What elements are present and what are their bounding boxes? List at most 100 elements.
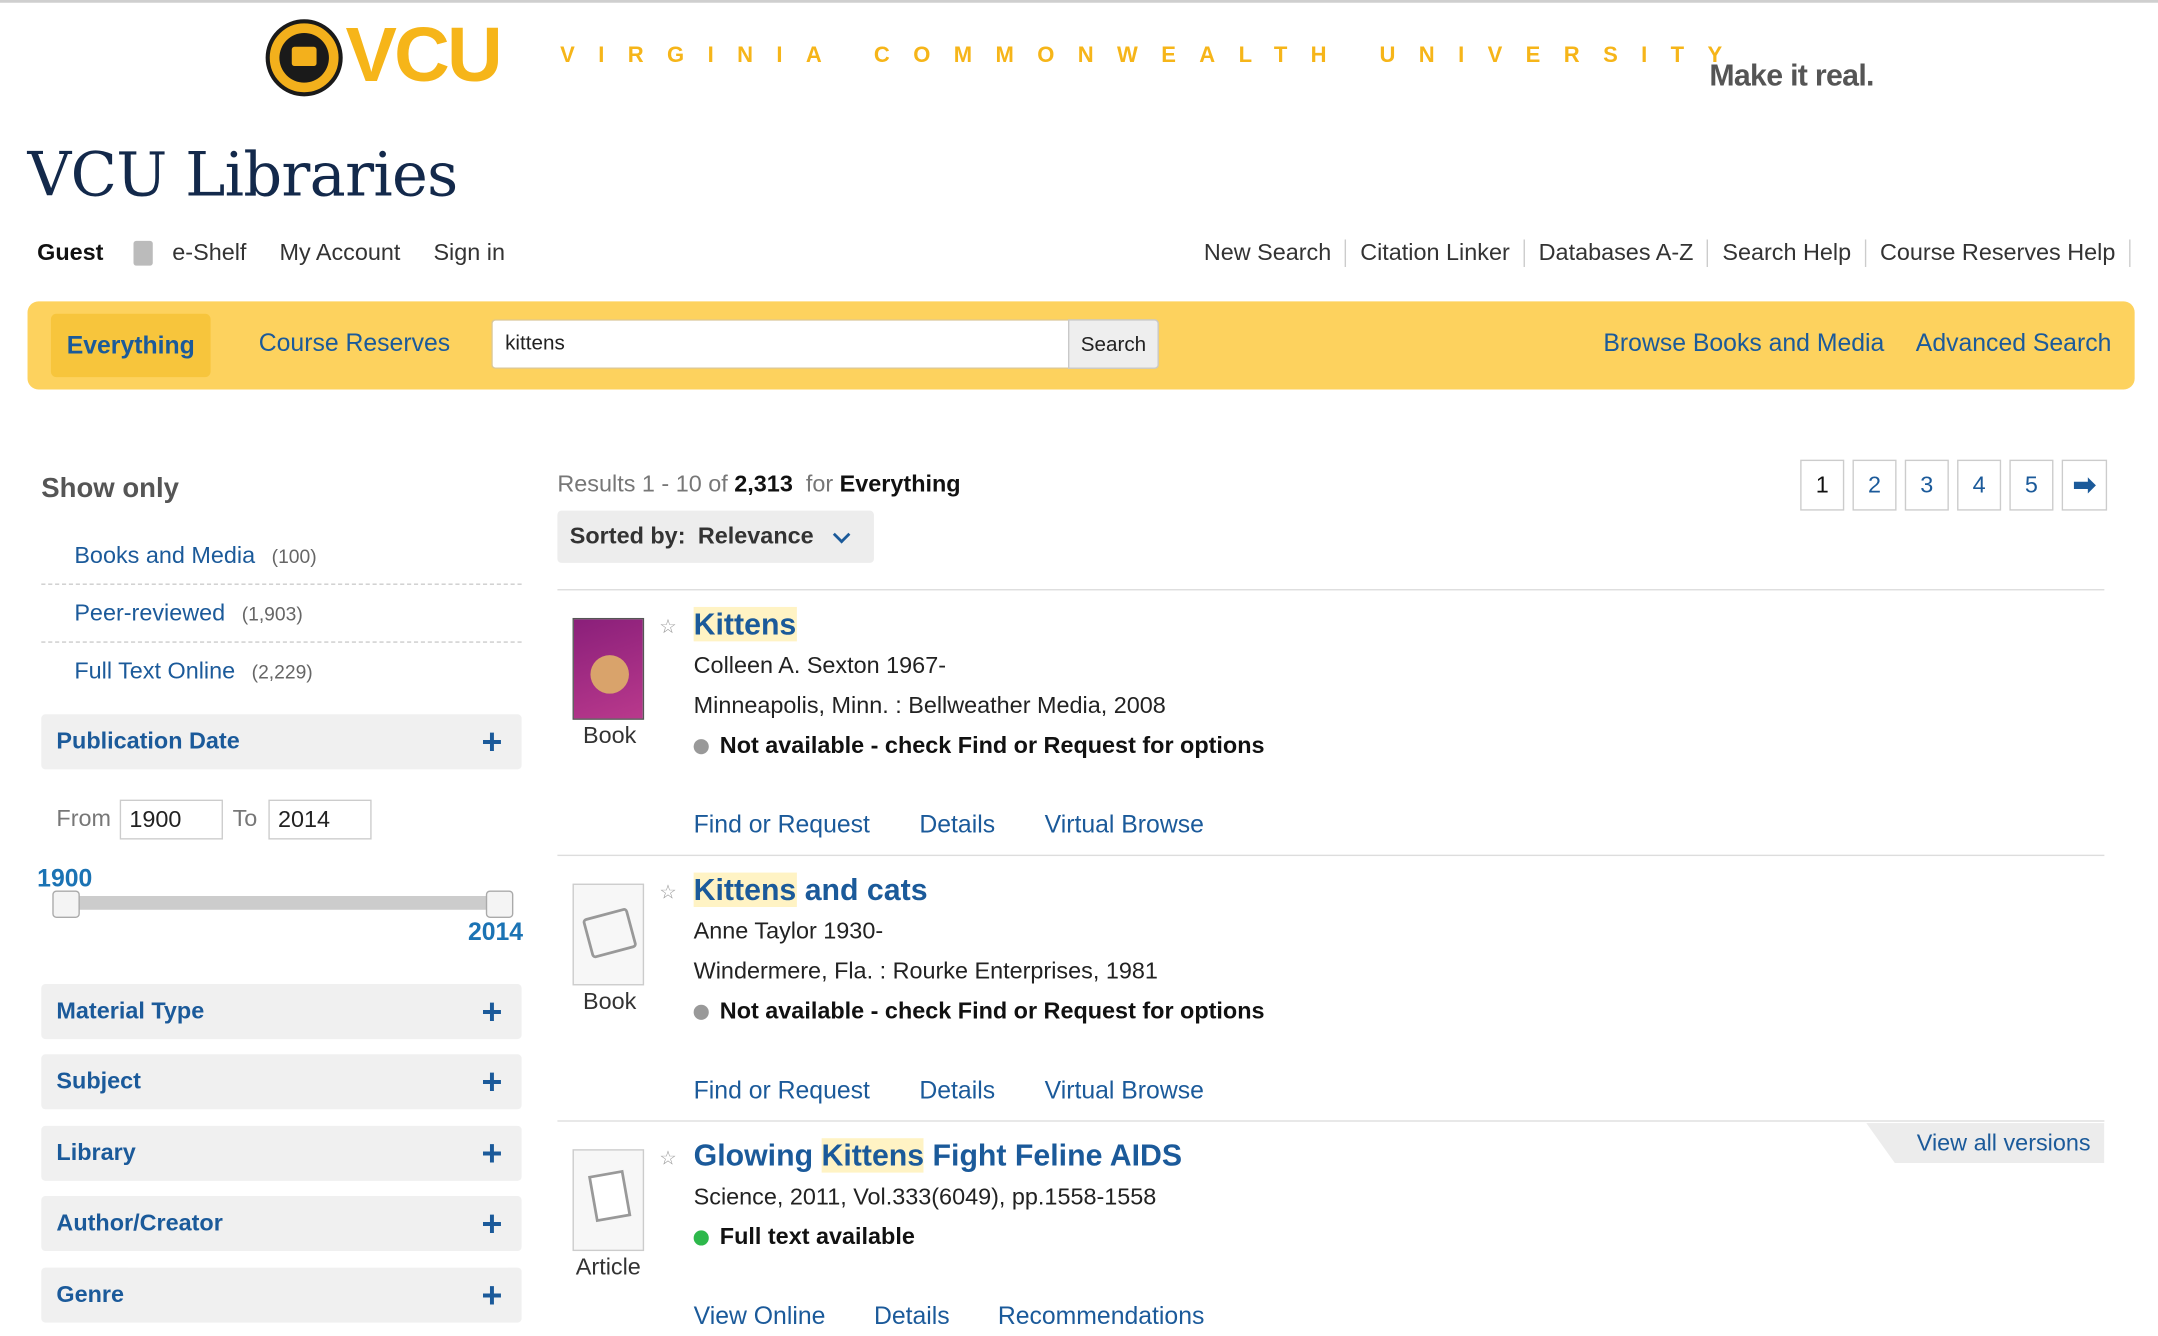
article-icon[interactable] [572, 1149, 645, 1252]
tagline: Make it real. [1709, 57, 1874, 93]
expand-icon[interactable]: + [481, 1135, 502, 1171]
vcu-seal-logo [265, 19, 343, 97]
top-links: New Search Citation Linker Databases A-Z… [1190, 239, 2131, 268]
star-icon[interactable]: ☆ [659, 1146, 676, 1169]
sort-label: Sorted by: [569, 522, 686, 550]
view-online-link[interactable]: View Online [694, 1302, 826, 1331]
next-page-arrow-icon[interactable]: ➡ [2061, 459, 2108, 511]
facet-count: (100) [271, 545, 317, 568]
date-range-slider[interactable] [55, 895, 507, 910]
section-label: Genre [56, 1281, 125, 1308]
facet-label[interactable]: Full Text Online [74, 657, 235, 685]
facet-full-text-online[interactable]: Full Text Online (2,229) [41, 643, 521, 699]
star-icon[interactable]: ☆ [659, 881, 676, 904]
slider-max-handle[interactable] [485, 890, 514, 918]
page: VCU VIRGINIA COMMONWEALTH UNIVERSITY Mak… [0, 0, 2158, 1336]
search-help-link[interactable]: Search Help [1709, 239, 1867, 268]
availability-status: Full text available [693, 1224, 915, 1252]
library-section[interactable]: Library + [41, 1125, 522, 1181]
eshelf-link[interactable]: e-Shelf [172, 239, 246, 267]
facet-count: (1,903) [241, 602, 303, 625]
virtual-browse-link[interactable]: Virtual Browse [1045, 811, 1204, 840]
section-label: Material Type [56, 997, 205, 1024]
citation-linker-link[interactable]: Citation Linker [1346, 239, 1525, 268]
browse-books-media-link[interactable]: Browse Books and Media [1603, 329, 1884, 358]
expand-icon[interactable]: + [481, 1277, 502, 1313]
search-button[interactable]: Search [1068, 319, 1159, 369]
user-bar: Guest e-Shelf My Account Sign in [37, 239, 538, 267]
from-year-input[interactable]: 1900 [119, 799, 223, 840]
guest-label: Guest [37, 239, 104, 266]
new-search-link[interactable]: New Search [1190, 239, 1347, 268]
to-year-input[interactable]: 2014 [268, 799, 372, 840]
course-reserves-help-link[interactable]: Course Reserves Help [1866, 239, 2131, 268]
site-title[interactable]: VCU Libraries [28, 140, 459, 210]
slider-max-value: 2014 [467, 917, 524, 946]
facet-label[interactable]: Books and Media [74, 542, 255, 570]
record-type: Book [583, 988, 637, 1015]
find-or-request-link[interactable]: Find or Request [694, 811, 870, 840]
virtual-browse-link[interactable]: Virtual Browse [1045, 1076, 1204, 1105]
status-dot-icon [693, 1229, 709, 1245]
star-icon[interactable]: ☆ [659, 615, 676, 638]
divider [557, 1120, 2105, 1122]
search-bar: Everything Course Reserves kittens Searc… [27, 301, 2135, 390]
expand-icon[interactable]: + [481, 724, 502, 760]
sign-in-link[interactable]: Sign in [433, 239, 505, 267]
eshelf-icon[interactable] [133, 240, 154, 266]
book-cover-image[interactable] [572, 617, 645, 720]
databases-az-link[interactable]: Databases A-Z [1525, 239, 1709, 268]
record-type: Book [583, 722, 637, 749]
page-1[interactable]: 1 [1800, 459, 1845, 511]
subject-section[interactable]: Subject + [41, 1054, 522, 1110]
section-label: Author/Creator [56, 1209, 223, 1236]
record-title[interactable]: Kittens and cats [693, 872, 928, 909]
facet-books-media[interactable]: Books and Media (100) [41, 528, 522, 585]
vcu-logo-text[interactable]: VCU [345, 11, 502, 99]
results-total: 2,313 [734, 470, 793, 497]
publication-date-section[interactable]: Publication Date + [41, 714, 522, 770]
results-summary: Results 1 - 10 of 2,313 for Everything [557, 471, 960, 499]
results-for: for [805, 470, 834, 497]
record-author: Colleen A. Sexton 1967- [693, 652, 947, 679]
tab-everything[interactable]: Everything [50, 313, 211, 378]
my-account-link[interactable]: My Account [279, 239, 400, 267]
recommendations-link[interactable]: Recommendations [998, 1302, 1205, 1331]
advanced-search-link[interactable]: Advanced Search [1916, 329, 2112, 358]
show-only-heading: Show only [41, 473, 179, 504]
genre-section[interactable]: Genre + [41, 1267, 522, 1323]
page-5[interactable]: 5 [2009, 459, 2054, 511]
page-4[interactable]: 4 [1957, 459, 2002, 511]
expand-icon[interactable]: + [481, 994, 502, 1030]
record-publisher: Minneapolis, Minn. : Bellweather Media, … [693, 692, 1166, 719]
find-or-request-link[interactable]: Find or Request [694, 1076, 870, 1105]
record-title[interactable]: Glowing Kittens Fight Feline AIDS [694, 1138, 1182, 1174]
book-icon[interactable] [572, 883, 645, 986]
facet-label[interactable]: Peer-reviewed [74, 600, 225, 628]
slider-min-handle[interactable] [52, 890, 80, 918]
university-name: VIRGINIA COMMONWEALTH UNIVERSITY [560, 44, 1746, 68]
record-title[interactable]: Kittens [693, 606, 797, 643]
tab-course-reserves[interactable]: Course Reserves [259, 329, 450, 358]
sort-value[interactable]: Relevance [698, 523, 814, 551]
details-link[interactable]: Details [919, 1076, 995, 1105]
expand-icon[interactable]: + [481, 1206, 502, 1242]
status-dot-icon [693, 738, 709, 754]
pagination: 1 2 3 4 5 ➡ [1800, 459, 2108, 511]
material-type-section[interactable]: Material Type + [41, 984, 522, 1040]
details-link[interactable]: Details [919, 811, 995, 840]
page-3[interactable]: 3 [1904, 459, 1949, 511]
facet-peer-reviewed[interactable]: Peer-reviewed (1,903) [41, 586, 522, 643]
results-prefix: Results 1 - 10 of [557, 470, 728, 497]
expand-icon[interactable]: + [481, 1064, 502, 1100]
chevron-down-icon[interactable] [833, 525, 851, 543]
results-scope: Everything [839, 470, 961, 497]
search-input[interactable]: kittens [491, 319, 1070, 369]
details-link[interactable]: Details [874, 1302, 950, 1331]
author-creator-section[interactable]: Author/Creator + [41, 1196, 522, 1252]
record-author: Anne Taylor 1930- [693, 917, 884, 945]
page-2[interactable]: 2 [1852, 459, 1897, 511]
view-all-versions-link[interactable]: View all versions [1866, 1123, 2105, 1163]
sort-dropdown[interactable]: Sorted by: Relevance [557, 510, 874, 563]
record-type: Article [575, 1253, 641, 1280]
